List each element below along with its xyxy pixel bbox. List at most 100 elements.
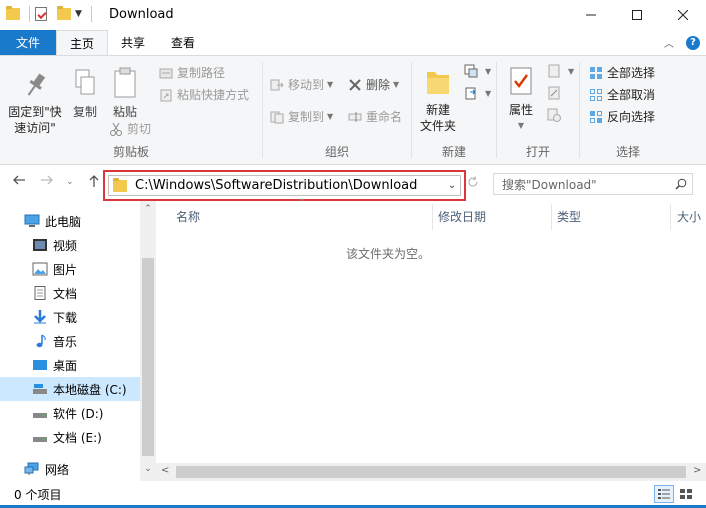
nav-item-pictures[interactable]: 图片	[0, 257, 140, 281]
details-view-button[interactable]	[654, 485, 674, 503]
properties-icon[interactable]	[35, 7, 47, 21]
nav-item-label: 此电脑	[45, 214, 82, 229]
nav-item-desktop[interactable]: 桌面	[0, 353, 140, 377]
new-folder-icon	[427, 72, 449, 94]
tab-home[interactable]: 主页	[56, 30, 109, 55]
copy-path-label: 复制路径	[177, 66, 226, 80]
column-header-type[interactable]: 类型	[557, 208, 581, 225]
column-header-size[interactable]: 大小	[677, 208, 701, 225]
scissors-icon	[109, 122, 123, 136]
address-bar[interactable]: C:\Windows\SoftwareDistribution\Download…	[108, 175, 461, 196]
move-to-button[interactable]: 移动到 ▼	[270, 76, 333, 93]
nav-pane-scrollbar[interactable]: ⌃ ⌄	[140, 201, 156, 481]
tab-share[interactable]: 共享	[108, 30, 158, 55]
scroll-up-arrow-icon[interactable]: ⌃	[140, 204, 156, 214]
back-button[interactable]	[12, 174, 26, 190]
copy-path-button[interactable]: 复制路径	[159, 64, 225, 81]
pin-icon	[27, 73, 46, 96]
dropdown-icon: ▼	[485, 66, 492, 76]
nav-item-network[interactable]: 网络	[0, 457, 140, 481]
nav-item-documents[interactable]: 文档	[0, 281, 140, 305]
video-icon	[32, 238, 48, 252]
copy-path-icon	[159, 66, 173, 80]
properties-button[interactable]: 属性 ▼	[503, 66, 539, 134]
copy-to-button[interactable]: 复制到 ▼	[270, 108, 333, 125]
paste-button[interactable]: 粘贴	[108, 66, 142, 120]
network-icon	[24, 462, 40, 476]
column-header-modified[interactable]: 修改日期	[438, 208, 486, 225]
minimize-button[interactable]	[568, 0, 614, 30]
copy-label: 复制	[72, 105, 97, 119]
easy-access-button[interactable]: ▼	[464, 86, 491, 100]
history-button[interactable]	[547, 108, 565, 122]
drive-icon	[32, 406, 48, 420]
computer-icon	[24, 214, 40, 228]
window-controls	[568, 0, 706, 30]
open-button[interactable]: ▼	[547, 64, 574, 78]
new-folder-icon[interactable]	[57, 6, 71, 20]
delete-button[interactable]: 删除 ▼	[348, 76, 399, 93]
maximize-button[interactable]	[614, 0, 660, 30]
cut-button[interactable]: 剪切	[109, 120, 151, 137]
nav-item-local-disk-c[interactable]: 本地磁盘 (C:)	[0, 377, 140, 401]
pin-quick-access-button[interactable]: 固定到"快 速访问"	[4, 70, 66, 136]
tab-view[interactable]: 查看	[158, 30, 208, 55]
pictures-icon	[32, 262, 48, 276]
nav-item-label: 本地磁盘 (C:)	[53, 382, 127, 397]
nav-item-music[interactable]: 音乐	[0, 329, 140, 353]
title-bar: ▼ Download	[0, 0, 706, 30]
up-button[interactable]	[88, 174, 100, 192]
dropdown-icon: ▼	[327, 112, 334, 121]
select-all-button[interactable]: 全部选择	[589, 64, 655, 81]
search-icon[interactable]	[670, 178, 692, 190]
scrollbar-thumb[interactable]	[142, 258, 154, 456]
window-title: Download	[109, 7, 174, 22]
new-group: 新建 文件夹 ▼ ▼ 新建	[412, 56, 496, 164]
horizontal-scrollbar[interactable]: < >	[156, 463, 706, 481]
nav-item-videos[interactable]: 视频	[0, 233, 140, 257]
nav-item-downloads[interactable]: 下载	[0, 305, 140, 329]
maximize-icon	[632, 10, 642, 20]
invert-selection-icon	[589, 110, 603, 124]
address-row: ⌄ C:\Windows\SoftwareDistribution\Downlo…	[0, 165, 706, 201]
column-divider[interactable]	[432, 204, 433, 230]
address-dropdown-icon[interactable]: ⌄	[444, 180, 460, 191]
folder-icon	[113, 177, 127, 192]
search-box[interactable]: 搜索"Download"	[493, 173, 693, 195]
nav-item-drive-d[interactable]: 软件 (D:)	[0, 401, 140, 425]
scroll-left-arrow-icon[interactable]: <	[161, 465, 169, 476]
select-group-label: 选择	[615, 145, 640, 159]
column-divider[interactable]	[670, 204, 671, 230]
address-path[interactable]: C:\Windows\SoftwareDistribution\Download	[135, 178, 444, 193]
nav-item-this-pc[interactable]: 此电脑	[0, 209, 140, 233]
tab-file[interactable]: 文件	[0, 30, 56, 55]
scroll-down-arrow-icon[interactable]: ⌄	[140, 464, 156, 474]
close-button[interactable]	[660, 0, 706, 30]
customize-toolbar-dropdown-icon[interactable]: ▼	[75, 9, 82, 19]
search-input[interactable]: 搜索"Download"	[494, 176, 670, 193]
column-divider[interactable]	[551, 204, 552, 230]
paste-shortcut-button[interactable]: 粘贴快捷方式	[159, 86, 249, 103]
edit-button[interactable]	[547, 86, 565, 100]
refresh-button[interactable]	[467, 176, 479, 191]
collapse-ribbon-icon[interactable]: ︿	[664, 35, 674, 50]
recent-locations-dropdown-icon[interactable]: ⌄	[66, 177, 74, 187]
paste-shortcut-label: 粘贴快捷方式	[177, 88, 250, 102]
new-folder-button[interactable]: 新建 文件夹	[414, 66, 462, 134]
file-list[interactable]: ⌃ 名称 修改日期 类型 大小 该文件夹为空。 < >	[156, 198, 706, 481]
ribbon-controls: ︿ ?	[664, 35, 700, 50]
large-icons-view-button[interactable]	[676, 485, 696, 503]
divider	[29, 6, 30, 22]
scroll-right-arrow-icon[interactable]: >	[693, 465, 701, 476]
ribbon-tabs: 文件 主页 共享 查看 ︿ ?	[0, 30, 706, 55]
scrollbar-thumb[interactable]	[176, 466, 686, 478]
column-header-name[interactable]: 名称	[176, 208, 200, 225]
nav-item-drive-e[interactable]: 文档 (E:)	[0, 425, 140, 449]
select-none-button[interactable]: 全部取消	[589, 86, 655, 103]
new-item-button[interactable]: ▼	[464, 64, 491, 78]
forward-button[interactable]	[40, 174, 54, 190]
help-icon[interactable]: ?	[686, 35, 700, 50]
invert-selection-button[interactable]: 反向选择	[589, 108, 655, 125]
copy-button[interactable]: 复制	[68, 68, 102, 120]
rename-button[interactable]: 重命名	[348, 108, 402, 125]
